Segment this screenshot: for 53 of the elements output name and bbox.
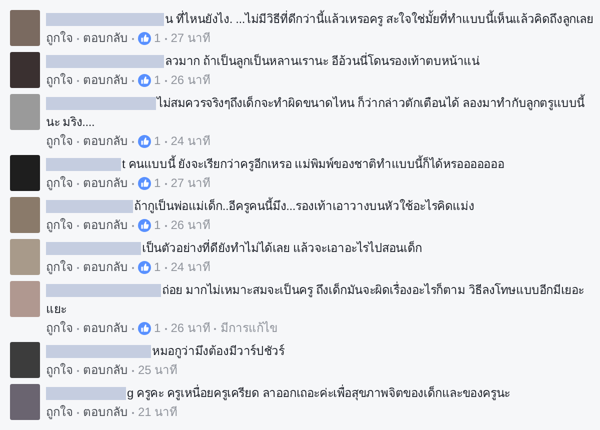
comment-text: นะ มริง.... [46,114,95,131]
reply-link[interactable]: ตอบกลับ [83,216,128,235]
comment-text: น ที่ไหนยังไง. ...ไม่มีวิธีที่ดีกว่านี้แล้วเหรอครู สะใจใช่มั้ยที่ทำแบบนี้เห็นแล้วคิดถึงลูกเลย [165,10,594,28]
reply-link[interactable]: ตอบกลับ [83,132,128,151]
edited-label: มีการแก้ไข [220,320,278,337]
comment-text: เป็นตัวอย่างที่ดียังทำไม่ได้เลย แล้วจะเอาอะไรไปสอนเด็ก [142,239,422,257]
comment-text: แยะ [46,301,66,318]
comment-text: ถ่อย มากไม่เหมาะสมจะเป็นครู ถึงเด็กมันจะผิดเรื่องอะไรก็ตาม วิธีลงโทษแบบอีกมีเยอะ [162,281,584,300]
reply-link[interactable]: ตอบกลับ [83,29,128,48]
like-link[interactable]: ถูกใจ [46,174,73,193]
comment-text: ไม่สมควรจริงๆถึงเด็กจะทำผิดขนาดไหน ก็ว่ากล่าวตักเตือนได้ ลองมาทำกับลูกตรูแบบนี้ [157,94,584,112]
comment-text: ถ้ากูเป็นพ่อแม่เด็ก..อีครูคนนี้มึง...รองเท้าเอาวางบนหัวใช้อะไรคิดแม่ง [134,197,474,216]
thumbs-up-icon [138,322,151,335]
like-count: 1 [154,259,161,276]
like-count: 1 [154,133,161,150]
avatar-placeholder [10,94,40,130]
comment-text: g ครูคะ ครูเหนื่อยครูเครียด ลาออกเถอะค่ะเพื่อสุขภาพจิตของเด็กและของครูนะ [127,384,510,402]
like-link[interactable]: ถูกใจ [46,71,73,90]
reply-link[interactable]: ตอบกลับ [83,319,128,338]
avatar-placeholder [10,155,40,191]
like-link[interactable]: ถูกใจ [46,319,73,338]
reply-link[interactable]: ตอบกลับ [83,258,128,277]
reply-link[interactable]: ตอบกลับ [83,71,128,90]
thumbs-up-icon [138,261,151,274]
avatar-placeholder [10,52,40,88]
avatar-placeholder [10,197,40,233]
like-count: 1 [154,175,161,192]
avatar-placeholder [10,281,40,317]
avatar-placeholder [10,384,40,420]
reply-link[interactable]: ตอบกลับ [83,361,128,380]
thumbs-up-icon [138,177,151,190]
comment-text: ลวมาก ถ้าเป็นลูกเป็นหลานเรานะ อีอ้วนนี่โดนรองเท้าตบหน้าแน่ [165,52,480,70]
like-link[interactable]: ถูกใจ [46,258,73,277]
like-count: 1 [154,217,161,234]
like-link[interactable]: ถูกใจ [46,361,73,380]
thumbs-up-icon [138,74,151,87]
avatar-placeholder [10,239,40,275]
like-count: 1 [154,30,161,47]
avatar-placeholder [10,10,40,46]
like-link[interactable]: ถูกใจ [46,29,73,48]
reply-link[interactable]: ตอบกลับ [83,403,128,422]
thumbs-up-icon [138,32,151,45]
comment-text: หมอกูว่ามึงต้องมีวาร์ปชัวร์ [152,343,284,360]
thumbs-up-icon [138,135,151,148]
reply-link[interactable]: ตอบกลับ [83,174,128,193]
avatar-placeholder [10,342,40,378]
like-link[interactable]: ถูกใจ [46,132,73,151]
comment-text: t คนแบบนี้ ยังจะเรียกว่าครูอีกเหรอ แม่พิมพ์ของชาติทำแบบนี้ก็ได้หรอออออออ [122,155,504,174]
thumbs-up-icon [138,219,151,232]
like-count: 1 [154,72,161,89]
like-link[interactable]: ถูกใจ [46,403,73,422]
like-count: 1 [154,320,161,337]
like-link[interactable]: ถูกใจ [46,216,73,235]
